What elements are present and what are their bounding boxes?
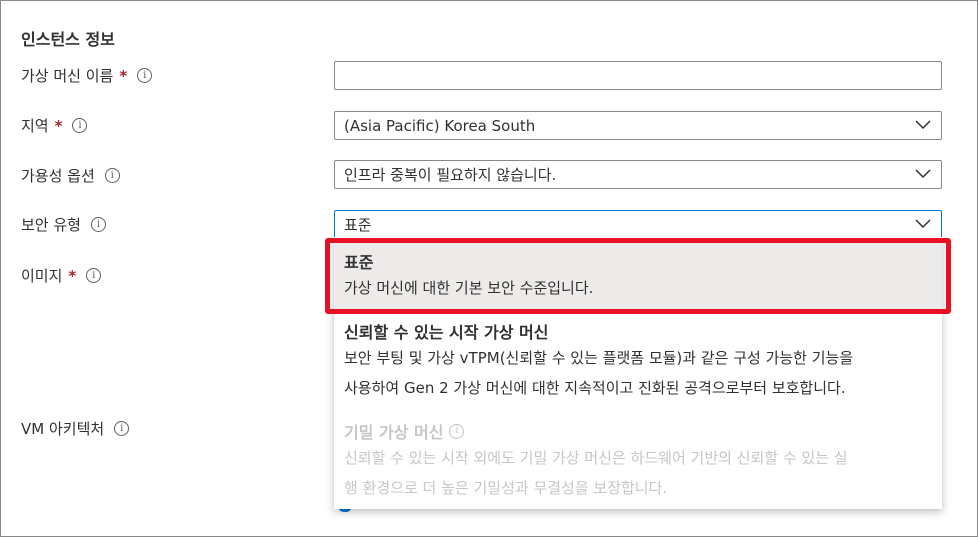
- availability-label-text: 가용성 옵션: [21, 167, 95, 185]
- vm-name-label: 가상 머신 이름 * i: [21, 65, 153, 86]
- info-icon[interactable]: i: [137, 68, 153, 83]
- required-marker: *: [54, 116, 63, 135]
- availability-label: 가용성 옵션 i: [21, 165, 120, 186]
- option-desc-line-1: 보안 부팅 및 가상 vTPM(신뢰할 수 있는 플랫폼 모듈)과 같은 구성 …: [344, 349, 854, 367]
- vm-architecture-label-text: VM 아키텍처: [21, 420, 105, 438]
- vm-name-label-text: 가상 머신 이름: [21, 67, 114, 85]
- chevron-down-icon: [915, 120, 931, 130]
- region-label-text: 지역: [21, 117, 49, 135]
- option-title: 기밀 가상 머신: [344, 423, 444, 442]
- info-icon[interactable]: i: [104, 168, 120, 183]
- required-marker: *: [119, 66, 128, 85]
- instance-details-panel: 인스턴스 정보 가상 머신 이름 * i 지역 * i (Asia Pacifi…: [0, 0, 978, 537]
- security-type-select[interactable]: 표준: [334, 210, 942, 239]
- security-type-label-text: 보안 유형: [21, 216, 81, 234]
- vm-architecture-label: VM 아키텍처 i: [21, 418, 130, 439]
- image-label-text: 이미지: [21, 267, 63, 285]
- section-title: 인스턴스 정보: [21, 30, 115, 49]
- region-label: 지역 * i: [21, 115, 88, 136]
- option-desc-line-1: 신뢰할 수 있는 시작 외에도 기밀 가상 머신은 하드웨어 기반의 신뢰할 수…: [344, 449, 848, 467]
- image-label: 이미지 * i: [21, 265, 102, 286]
- vm-name-input[interactable]: [334, 61, 942, 90]
- info-icon[interactable]: i: [72, 118, 88, 133]
- option-confidential: 기밀 가상 머신 i 신뢰할 수 있는 시작 외에도 기밀 가상 머신은 하드웨…: [334, 415, 942, 505]
- security-type-label: 보안 유형 i: [21, 214, 106, 235]
- security-type-value: 표준: [344, 216, 372, 234]
- region-value: (Asia Pacific) Korea South: [344, 116, 536, 135]
- info-icon[interactable]: i: [86, 268, 102, 283]
- chevron-down-icon: [915, 169, 931, 179]
- option-title: 신뢰할 수 있는 시작 가상 머신: [344, 323, 549, 342]
- option-desc-line-2: 행 환경으로 더 높은 기밀성과 무결성을 보장합니다.: [344, 479, 668, 497]
- availability-value: 인프라 중복이 필요하지 않습니다.: [344, 166, 557, 184]
- security-type-dropdown: 표준 가상 머신에 대한 기본 보안 수준입니다. 신뢰할 수 있는 시작 가상…: [334, 237, 942, 509]
- required-marker: *: [68, 266, 77, 285]
- option-desc-line-2: 사용하여 Gen 2 가상 머신에 대한 지속적이고 진화된 공격으로부터 보호…: [344, 379, 846, 397]
- info-icon[interactable]: i: [90, 217, 106, 232]
- option-trusted-launch[interactable]: 신뢰할 수 있는 시작 가상 머신 보안 부팅 및 가상 vTPM(신뢰할 수 …: [334, 315, 942, 411]
- option-title-row: 기밀 가상 머신 i: [344, 419, 942, 443]
- option-desc: 가상 머신에 대한 기본 보안 수준입니다.: [344, 279, 594, 297]
- option-title: 표준: [344, 253, 374, 272]
- info-icon[interactable]: i: [114, 421, 130, 436]
- region-select[interactable]: (Asia Pacific) Korea South: [334, 111, 942, 140]
- option-standard[interactable]: 표준 가상 머신에 대한 기본 보안 수준입니다.: [334, 241, 942, 311]
- info-icon: i: [449, 423, 465, 439]
- availability-select[interactable]: 인프라 중복이 필요하지 않습니다.: [334, 160, 942, 189]
- chevron-down-icon: [915, 219, 931, 229]
